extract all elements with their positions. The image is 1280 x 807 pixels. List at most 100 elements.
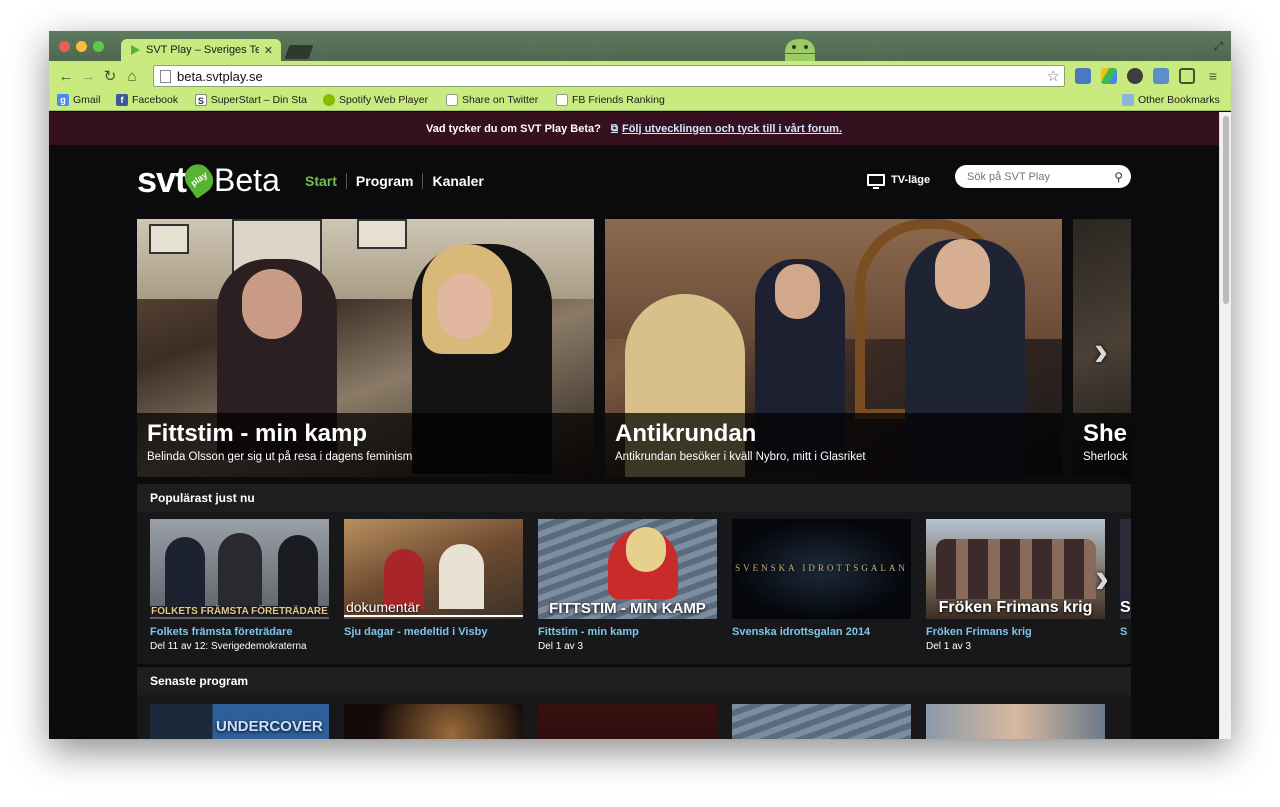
item-title: Sju dagar - medeltid i Visby bbox=[344, 626, 488, 638]
android-theme-icon bbox=[785, 39, 815, 61]
cast-icon[interactable] bbox=[1179, 68, 1195, 84]
drive-extension-icon[interactable] bbox=[1101, 68, 1117, 84]
wall-frame bbox=[149, 224, 189, 254]
thumbnail: S bbox=[1120, 519, 1131, 619]
main-navigation: Start Program Kanaler bbox=[305, 173, 493, 189]
thumbnail: SVENSKA IDROTTSGALAN bbox=[732, 519, 911, 619]
thumbnail: Fröken Frimans krig bbox=[926, 519, 1105, 619]
url-text: beta.svtplay.se bbox=[177, 68, 263, 84]
face-host bbox=[935, 239, 990, 309]
hero-next-chevron-icon[interactable]: › bbox=[1094, 327, 1108, 375]
reload-icon[interactable]: ↻ bbox=[99, 67, 121, 85]
banner-question: Vad tycker du om SVT Play Beta? bbox=[425, 122, 601, 135]
page-icon bbox=[556, 94, 568, 106]
page-icon bbox=[160, 69, 171, 83]
face-right bbox=[437, 274, 492, 339]
item-title: Svenska idrottsgalan 2014 bbox=[732, 626, 871, 638]
list-item[interactable]: FITTSTIM - MIN KAMP Fittstim - min kamp … bbox=[538, 519, 717, 652]
home-icon[interactable]: ⌂ bbox=[121, 68, 143, 85]
list-item[interactable] bbox=[926, 704, 1105, 739]
thumbnail bbox=[926, 704, 1105, 739]
new-tab-button[interactable] bbox=[284, 45, 314, 59]
tab-title: SVT Play – Sveriges Televis bbox=[146, 44, 259, 56]
forum-link[interactable]: ⧉ Följ utvecklingen och tyck till i vårt… bbox=[611, 123, 842, 135]
mail-extension-icon[interactable] bbox=[1075, 68, 1091, 84]
hero-caption: Antikrundan Antikrundan besöker i kväll … bbox=[605, 413, 1062, 477]
list-item[interactable] bbox=[732, 704, 911, 739]
tools-extension-icon[interactable] bbox=[1127, 68, 1143, 84]
svt-play-beta-logo[interactable]: svt play Beta bbox=[137, 159, 280, 200]
hero-title: Antikrundan bbox=[615, 420, 757, 447]
hero-subtitle: Belinda Olsson ger sig ut på resa i dage… bbox=[147, 451, 413, 463]
hero-subtitle: Antikrundan besöker i kväll Nybro, mitt … bbox=[615, 451, 866, 463]
avatar-extension-icon[interactable] bbox=[1153, 68, 1169, 84]
nav-kanaler[interactable]: Kanaler bbox=[422, 173, 492, 189]
back-arrow-icon[interactable]: ← bbox=[55, 68, 77, 85]
browser-window: SVT Play – Sveriges Televis ✕ ⤢ ← → ↻ ⌂ … bbox=[49, 31, 1231, 739]
nav-start[interactable]: Start bbox=[305, 173, 346, 189]
facebook-icon: f bbox=[116, 94, 128, 106]
hero-card-antikrundan[interactable]: Antikrundan Antikrundan besöker i kväll … bbox=[605, 219, 1062, 477]
item-title: Folkets främsta företrädare bbox=[150, 626, 293, 638]
search-input[interactable] bbox=[967, 170, 1115, 183]
thumbnail: FITTSTIM - MIN KAMP bbox=[538, 519, 717, 619]
bookmark-share-twitter[interactable]: Share on Twitter bbox=[446, 94, 538, 106]
search-icon[interactable]: ⚲ bbox=[1114, 170, 1123, 184]
face-left bbox=[242, 269, 302, 339]
thumbnail bbox=[344, 704, 523, 739]
hero-title: She bbox=[1083, 420, 1128, 447]
minimize-window-button[interactable] bbox=[76, 41, 87, 52]
list-item[interactable]: FOLKETS FRÄMSTA FÖRETRÄDARE Folkets främ… bbox=[150, 519, 329, 652]
popular-row: Populärast just nu FOLKETS FRÄMSTA FÖRET… bbox=[137, 484, 1131, 664]
list-item[interactable]: SVENSKA IDROTTSGALAN Svenska idrottsgala… bbox=[732, 519, 911, 641]
bookmark-superstart[interactable]: S SuperStart – Din Sta bbox=[195, 94, 307, 106]
address-bar[interactable]: beta.svtplay.se ☆ bbox=[153, 65, 1065, 87]
bookmark-spotify[interactable]: Spotify Web Player bbox=[323, 94, 428, 106]
hero-card-fittstim[interactable]: Fittstim - min kamp Belinda Olsson ger s… bbox=[137, 219, 594, 477]
close-window-button[interactable] bbox=[59, 41, 70, 52]
bookmark-facebook[interactable]: f Facebook bbox=[116, 94, 178, 106]
list-item[interactable]: UNDERCOVER bbox=[150, 704, 329, 739]
forward-arrow-icon[interactable]: → bbox=[77, 68, 99, 85]
svt-favicon-icon bbox=[131, 45, 140, 55]
bookmarks-bar: g Gmail f Facebook S SuperStart – Din St… bbox=[49, 91, 1231, 111]
site-header: svt play Beta Start Program Kanaler TV-l… bbox=[137, 159, 1131, 200]
search-box: ⚲ bbox=[955, 165, 1131, 188]
list-item[interactable]: S S bbox=[1120, 519, 1131, 638]
beta-feedback-banner: Vad tycker du om SVT Play Beta? ⧉ Följ u… bbox=[49, 112, 1219, 145]
thumbnail bbox=[538, 704, 717, 739]
browser-toolbar: ← → ↻ ⌂ beta.svtplay.se ☆ bbox=[49, 61, 1231, 91]
nav-program[interactable]: Program bbox=[345, 173, 423, 189]
page-scrollbar[interactable] bbox=[1219, 112, 1231, 739]
menu-icon[interactable]: ≡ bbox=[1205, 68, 1221, 84]
zoom-window-button[interactable] bbox=[93, 41, 104, 52]
google-icon: g bbox=[57, 94, 69, 106]
thumbnail: dokumentär bbox=[344, 519, 523, 619]
superstart-icon: S bbox=[195, 94, 207, 106]
wall-frame bbox=[357, 219, 407, 249]
tab-close-icon[interactable]: ✕ bbox=[264, 44, 273, 57]
list-item[interactable]: dokumentär Sju dagar - medeltid i Visby bbox=[344, 519, 523, 641]
scrollbar-thumb[interactable] bbox=[1223, 116, 1229, 304]
thumbnail bbox=[732, 704, 911, 739]
fullscreen-icon[interactable]: ⤢ bbox=[1213, 39, 1223, 54]
bookmark-star-icon[interactable]: ☆ bbox=[1047, 67, 1060, 85]
browser-tab[interactable]: SVT Play – Sveriges Televis ✕ bbox=[121, 39, 281, 61]
item-title: Fittstim - min kamp bbox=[538, 626, 639, 638]
bookmark-fb-friends[interactable]: FB Friends Ranking bbox=[556, 94, 665, 106]
other-bookmarks[interactable]: Other Bookmarks bbox=[1122, 94, 1220, 106]
svt-play-page: Vad tycker du om SVT Play Beta? ⧉ Följ u… bbox=[49, 112, 1219, 739]
list-item[interactable]: Fröken Frimans krig Fröken Frimans krig … bbox=[926, 519, 1105, 652]
tv-mode-button[interactable]: TV-läge bbox=[867, 174, 930, 189]
item-subtitle: Del 1 av 3 bbox=[926, 641, 972, 652]
bookmark-gmail[interactable]: g Gmail bbox=[57, 94, 100, 106]
list-item[interactable] bbox=[538, 704, 717, 739]
hero-caption: She Sherlock bbox=[1073, 413, 1131, 477]
item-title: Fröken Frimans krig bbox=[926, 626, 1032, 638]
list-item[interactable] bbox=[344, 704, 523, 739]
item-subtitle: Del 11 av 12: Sverigedemokraterna bbox=[150, 641, 307, 652]
tv-icon bbox=[867, 174, 885, 189]
row-next-chevron-icon[interactable]: › bbox=[1095, 554, 1109, 602]
face-center bbox=[775, 264, 820, 319]
thumbnail: UNDERCOVER bbox=[150, 704, 329, 739]
